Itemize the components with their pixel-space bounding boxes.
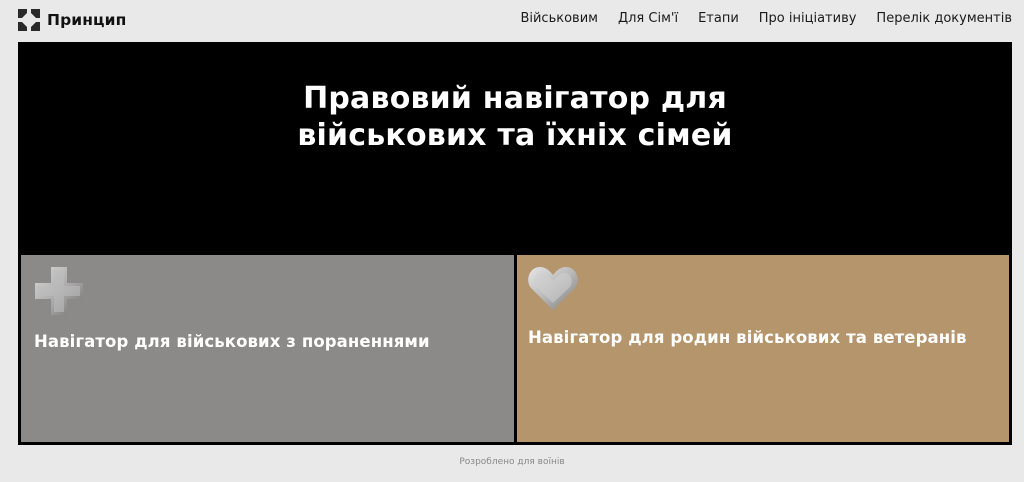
nav-item-family[interactable]: Для Сім'ї	[618, 11, 678, 26]
page-title-line-1: Правовий навігатор для	[303, 81, 727, 116]
nav-item-documents[interactable]: Перелік документів	[876, 11, 1012, 26]
footer-text: Розроблено для воїнів	[459, 457, 565, 467]
nav-item-military[interactable]: Військовим	[520, 11, 598, 26]
page-title: Правовий навігатор для військових та їхн…	[18, 80, 1012, 154]
cross-icon	[35, 267, 83, 315]
families-navigator-label: Навігатор для родин військових та ветера…	[528, 328, 967, 347]
wounded-navigator-label: Навігатор для військових з пораненнями	[34, 332, 430, 351]
wounded-navigator-card[interactable]: Навігатор для військових з пораненнями	[21, 255, 514, 442]
nav-item-stages[interactable]: Етапи	[698, 11, 739, 26]
heart-icon	[528, 267, 578, 310]
logo-icon	[18, 9, 40, 31]
page-title-line-2: військових та їхніх сімей	[297, 118, 733, 153]
families-navigator-card[interactable]: Навігатор для родин військових та ветера…	[517, 255, 1009, 442]
logo-text: Принцип	[47, 11, 127, 29]
hero-section: Правовий навігатор для військових та їхн…	[18, 42, 1012, 445]
main-nav: Військовим Для Сім'ї Етапи Про ініціатив…	[500, 11, 1012, 26]
site-header: Принцип Військовим Для Сім'ї Етапи Про і…	[0, 0, 1024, 42]
site-footer: Розроблено для воїнів	[0, 457, 1024, 467]
logo-link[interactable]: Принцип	[18, 9, 126, 31]
nav-item-about[interactable]: Про ініціативу	[759, 11, 857, 26]
